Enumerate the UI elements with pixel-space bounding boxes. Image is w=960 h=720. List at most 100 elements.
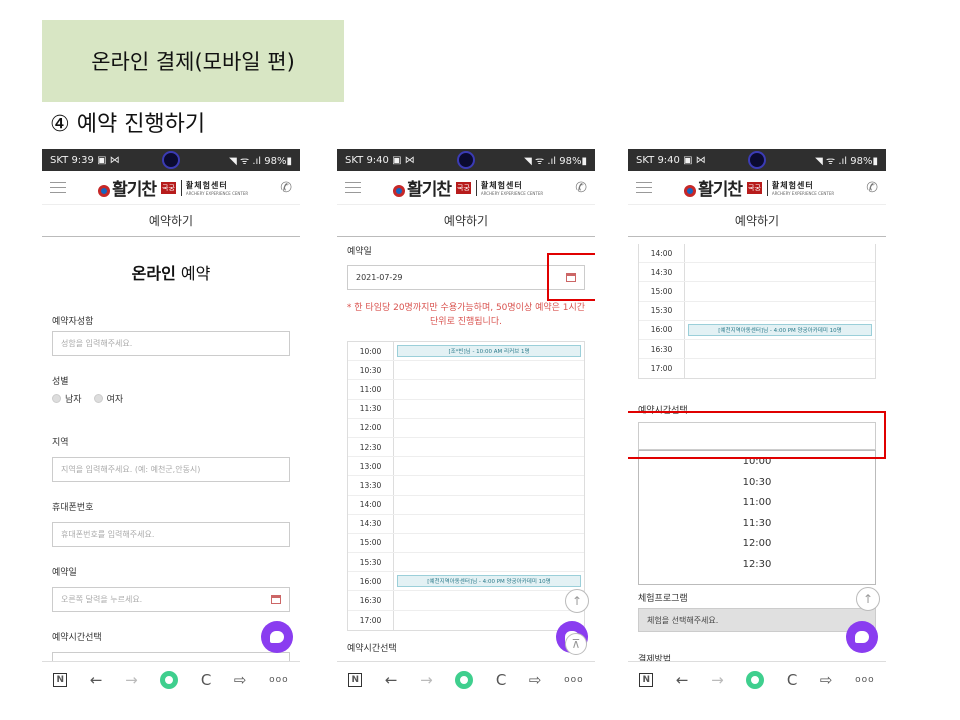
share-icon[interactable]: ⇨ (234, 671, 247, 689)
chat-icon (270, 631, 284, 643)
naver-icon[interactable]: N (639, 672, 654, 687)
site-logo[interactable]: 활기찬 국궁 활체험센터 ARCHERY EXPERIENCE CENTER (98, 175, 248, 200)
time-option[interactable]: 12:30 (639, 554, 875, 575)
schedule-time: 11:30 (348, 399, 394, 418)
home-icon[interactable] (746, 670, 765, 689)
schedule-slot[interactable] (394, 611, 584, 630)
forward-icon[interactable]: → (125, 671, 138, 689)
scroll-top-button[interactable]: ↑ (856, 587, 880, 611)
schedule-slot[interactable] (685, 302, 875, 320)
more-icon[interactable]: ooo (269, 675, 289, 685)
gender-female-radio[interactable] (93, 394, 103, 403)
schedule-slot[interactable]: [예천지역아동센터]님 - 4:00 PM 양궁아카데미 10명 (394, 572, 584, 590)
schedule-slot[interactable]: [조*빈]님 - 10:00 AM 리커브 1명 (394, 342, 584, 360)
scroll-top-button[interactable]: ↑ (565, 589, 589, 613)
schedule-row: 16:00 [예천지역아동센터]님 - 4:00 PM 양궁아카데미 10명 (639, 320, 875, 340)
schedule-time: 10:00 (348, 342, 394, 361)
naver-icon[interactable]: N (53, 672, 68, 687)
time-option[interactable]: 11:00 (639, 492, 875, 513)
calendar-icon[interactable] (271, 595, 281, 604)
time-select[interactable] (52, 652, 290, 661)
home-icon[interactable] (455, 670, 474, 689)
schedule-row: 16:30 (348, 591, 584, 611)
signal-icons: ◥ ᯤ .ıl (815, 156, 848, 167)
naver-icon[interactable]: N (348, 672, 363, 687)
menu-icon[interactable] (50, 182, 66, 193)
gender-radio-group: 남자 여자 (52, 392, 290, 405)
schedule-slot[interactable] (394, 380, 584, 398)
share-icon[interactable]: ⇨ (820, 671, 833, 689)
schedule-slot[interactable] (394, 361, 584, 379)
schedule-row: 17:00 (639, 359, 875, 379)
menu-icon[interactable] (636, 182, 652, 193)
camera-cutout (748, 151, 766, 169)
schedule-slot[interactable] (685, 244, 875, 262)
forward-icon[interactable]: → (711, 671, 724, 689)
signal-icons: ◥ ᯤ .ıl (229, 156, 262, 167)
name-input[interactable]: 성함을 입력해주세요. (52, 331, 290, 356)
phone-screen-1: SKT 9:39 ▣ ⋈ ◥ ᯤ .ıl 98%▮ 활기찬 국궁 활체험센터 AR… (42, 149, 300, 697)
back-icon[interactable]: ← (385, 671, 398, 689)
schedule-slot[interactable] (685, 282, 875, 300)
region-input[interactable]: 지역을 입력해주세요. (예: 예천군,안동시) (52, 457, 290, 482)
schedule-row: 13:00 (348, 457, 584, 477)
schedule-slot[interactable] (685, 263, 875, 281)
back-icon[interactable]: ← (676, 671, 689, 689)
menu-icon[interactable] (345, 182, 361, 193)
call-icon[interactable]: ✆ (280, 180, 292, 196)
more-icon[interactable]: ooo (855, 675, 875, 685)
schedule-time: 13:00 (348, 457, 394, 476)
call-icon[interactable]: ✆ (866, 180, 878, 196)
home-icon[interactable] (160, 670, 179, 689)
schedule-slot[interactable] (685, 359, 875, 378)
schedule-slot[interactable] (394, 515, 584, 533)
schedule-event[interactable]: [조*빈]님 - 10:00 AM 리커브 1명 (397, 345, 581, 357)
schedule-slot[interactable] (394, 553, 584, 571)
site-logo[interactable]: 활기찬 국궁 활체험센터 ARCHERY EXPERIENCE CENTER (684, 175, 834, 200)
phone-label: 휴대폰번호 (52, 503, 94, 513)
schedule-slot[interactable] (394, 476, 584, 494)
schedule-row: 16:30 (639, 339, 875, 360)
time-option[interactable]: 11:30 (639, 513, 875, 534)
schedule-row: 16:00 [예천지역아동센터]님 - 4:00 PM 양궁아카데미 10명 (348, 572, 584, 592)
schedule-time: 15:00 (348, 533, 394, 553)
time-dropdown[interactable]: 10:00 10:30 11:00 11:30 12:00 12:30 (638, 450, 876, 586)
chat-button[interactable] (261, 621, 293, 653)
reload-icon[interactable]: C (496, 671, 506, 689)
reload-icon[interactable]: C (201, 671, 211, 689)
back-icon[interactable]: ← (90, 671, 103, 689)
time-option[interactable]: 12:00 (639, 533, 875, 554)
schedule-slot[interactable]: [예천지역아동센터]님 - 4:00 PM 양궁아카데미 10명 (685, 321, 875, 339)
schedule-event[interactable]: [예천지역아동센터]님 - 4:00 PM 양궁아카데미 10명 (688, 323, 872, 336)
schedule-event[interactable]: [예천지역아동센터]님 - 4:00 PM 양궁아카데미 10명 (397, 575, 581, 588)
schedule-slot[interactable] (685, 340, 875, 358)
schedule-slot[interactable] (394, 534, 584, 552)
schedule-slot[interactable] (394, 438, 584, 456)
reload-icon[interactable]: C (787, 671, 797, 689)
call-icon[interactable]: ✆ (575, 180, 587, 196)
schedule-row: 14:00 (639, 244, 875, 264)
schedule-slot[interactable] (394, 400, 584, 418)
more-icon[interactable]: ooo (564, 675, 584, 685)
gender-male-radio[interactable] (52, 394, 61, 403)
scroll-top-button-2[interactable]: ⊼ (565, 633, 587, 655)
forward-icon[interactable]: → (420, 671, 433, 689)
time-option[interactable]: 10:30 (639, 472, 875, 493)
schedule-slot[interactable] (394, 591, 584, 609)
schedule-slot[interactable] (394, 419, 584, 437)
schedule-slot[interactable] (394, 457, 584, 475)
schedule-row: 14:30 (639, 263, 875, 283)
date-input[interactable]: 오른쪽 달력을 누르세요. (52, 587, 290, 612)
program-select[interactable]: 체험을 선택해주세요. (638, 608, 876, 633)
site-logo[interactable]: 활기찬 국궁 활체험센터 ARCHERY EXPERIENCE CENTER (393, 175, 543, 200)
chat-button[interactable] (846, 621, 878, 653)
schedule-time: 16:30 (348, 591, 394, 610)
browser-bottom-bar: N ← → C ⇨ ooo (42, 661, 300, 697)
status-bar: SKT 9:40 ▣ ⋈ ◥ ᯤ .ıl 98%▮ (628, 149, 886, 171)
phone-input[interactable]: 휴대폰번호를 입력해주세요. (52, 522, 290, 547)
time-label: 예약시간선택 (52, 633, 102, 643)
reservation-form: 예약일 2021-07-29 * 한 타임당 20명까지만 수용가능하며, 50… (337, 240, 595, 661)
schedule-slot[interactable] (394, 496, 584, 514)
share-icon[interactable]: ⇨ (529, 671, 542, 689)
schedule-row: 12:00 (348, 418, 584, 438)
